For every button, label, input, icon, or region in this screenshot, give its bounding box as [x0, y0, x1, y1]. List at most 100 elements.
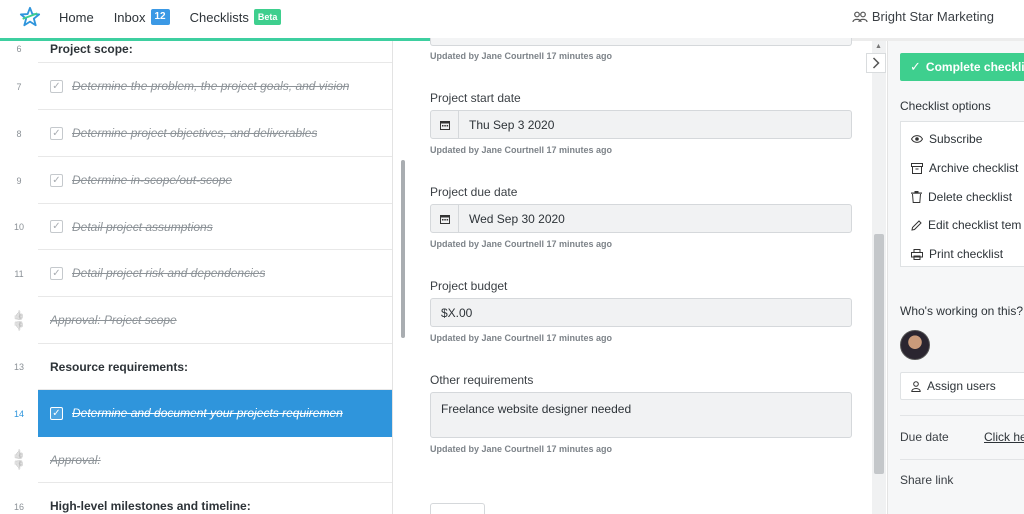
updated-note: Updated by Jane Courtnell 17 minutes ago	[430, 51, 613, 61]
task-detail-form: Updated by Jane Courtnell 17 minutes ago…	[430, 0, 852, 514]
task-row-body[interactable]: High-level milestones and timeline:	[38, 483, 392, 514]
page-scrollbar-thumb[interactable]	[874, 234, 884, 474]
task-number: 6	[16, 44, 22, 54]
print-checklist-label: Print checklist	[929, 247, 1004, 261]
task-row-body[interactable]: Project scope:	[38, 41, 392, 63]
task-label: Determine in-scope/out-scope	[72, 173, 233, 187]
assign-users-button[interactable]: Assign users	[900, 372, 1024, 400]
delete-checklist-option[interactable]: Delete checklist	[911, 190, 1012, 204]
task-row-body[interactable]: ✓ Determine in-scope/out-scope	[38, 157, 392, 204]
task-label: Determine and document your projects req…	[72, 406, 343, 420]
nav-checklists-label: Checklists	[189, 9, 249, 25]
task-checkbox[interactable]: ✓	[50, 220, 63, 233]
page-scrollbar[interactable]: ▲	[872, 41, 886, 514]
section-heading-label: High-level milestones and timeline:	[50, 499, 251, 513]
task-row[interactable]: 7 ✓ Determine the problem, the project goa…	[0, 63, 392, 110]
task-checkbox[interactable]: ✓	[50, 79, 63, 93]
due-date-field[interactable]: Wed Sep 30 2020	[430, 204, 852, 233]
nav-inbox[interactable]: Inbox 12	[114, 9, 170, 25]
task-checkbox[interactable]: ✓	[50, 266, 63, 280]
due-date-label: Due date	[900, 430, 949, 444]
user-avatar[interactable]	[900, 330, 930, 360]
edit-checklist-template-option[interactable]: Edit checklist tem	[911, 218, 1021, 232]
nav-home[interactable]: Home	[59, 10, 94, 25]
task-row[interactable]: 8 ✓ Determine project objectives, and deli…	[0, 110, 392, 157]
task-row-body[interactable]: ✓ Detail project risk and dependencies	[38, 250, 392, 297]
users-icon	[852, 11, 868, 22]
share-link[interactable]: Share link	[900, 473, 953, 487]
task-row[interactable]: 10 ✓ Detail project assumptions	[0, 204, 392, 250]
complete-checklist-button[interactable]: ✓ Complete checkli	[900, 53, 1024, 81]
approval-task-row[interactable]: 👍 👎 Approval: Project scope	[0, 297, 392, 344]
approval-thumbs-icon: 👍 👎	[13, 449, 25, 470]
working-on-title: Who's working on this?	[900, 304, 1024, 318]
archive-checklist-option[interactable]: Archive checklist	[911, 161, 1018, 175]
inbox-count-badge: 12	[150, 9, 170, 25]
user-icon	[911, 380, 921, 392]
task-row-body[interactable]: Resource requirements:	[38, 344, 392, 390]
checklist-options-menu: Subscribe Archive checklist Delete check…	[900, 121, 1024, 267]
sidebar-divider	[900, 459, 1024, 460]
task-section-heading[interactable]: 16 High-level milestones and timeline:	[0, 483, 392, 514]
archive-checklist-label: Archive checklist	[929, 161, 1019, 175]
task-row[interactable]: 14 ✓ Determine and document your projects …	[0, 390, 392, 437]
checklist-options-title: Checklist options	[900, 99, 991, 113]
task-label: Detail project assumptions	[72, 219, 213, 234]
start-date-field[interactable]: Thu Sep 3 2020	[430, 110, 852, 139]
task-row-body[interactable]: Approval:	[38, 437, 392, 483]
collapse-sidebar-button[interactable]	[866, 53, 886, 73]
task-checkbox[interactable]: ✓	[50, 126, 63, 140]
nav-checklists[interactable]: Checklists Beta	[190, 9, 282, 25]
task-row-body[interactable]: ✓ Detail project assumptions	[38, 204, 392, 250]
updated-note: Updated by Jane Courtnell 17 minutes ago	[430, 444, 613, 454]
chevron-right-icon	[872, 57, 880, 69]
approval-task-row[interactable]: 👍 👎 Approval:	[0, 437, 392, 483]
scroll-up-arrow-icon[interactable]: ▲	[875, 43, 882, 50]
task-list: 6 Project scope: 7 ✓ Determine the problem, …	[0, 41, 393, 514]
task-label: Approval: Project scope	[50, 313, 177, 327]
other-requirements-textarea[interactable]: Freelance website designer needed	[430, 392, 852, 438]
start-date-value: Thu Sep 3 2020	[469, 117, 555, 132]
task-label: Determine project objectives, and delive…	[72, 126, 318, 140]
archive-icon	[911, 162, 923, 174]
task-row-body[interactable]: ✓ Determine and document your projects re…	[38, 390, 392, 437]
updated-note: Updated by Jane Courtnell 17 minutes ago	[430, 239, 613, 249]
task-list-scrollbar[interactable]	[401, 160, 405, 338]
eye-icon	[911, 135, 923, 143]
checklist-sidebar: ✓ Complete checkli Checklist options Sub…	[887, 41, 1024, 514]
task-number: 9	[16, 175, 22, 186]
sidebar-divider	[900, 415, 1024, 416]
task-row-body[interactable]: ✓ Determine project objectives, and deliv…	[38, 110, 392, 157]
edit-checklist-template-label: Edit checklist tem	[928, 218, 1022, 232]
star-logo-icon[interactable]	[18, 5, 42, 29]
task-row-body[interactable]: Approval: Project scope	[38, 297, 392, 344]
task-section-heading[interactable]: 13 Resource requirements:	[0, 344, 392, 390]
beta-badge: Beta	[253, 9, 282, 25]
other-requirements-label: Other requirements	[430, 373, 534, 387]
task-row-body[interactable]: ✓ Determine the problem, the project goal…	[38, 63, 392, 110]
delete-checklist-label: Delete checklist	[928, 190, 1013, 204]
due-date-link[interactable]: Click he	[984, 430, 1024, 444]
calendar-icon	[431, 111, 459, 138]
subscribe-option[interactable]: Subscribe	[911, 132, 982, 146]
print-checklist-option[interactable]: Print checklist	[911, 247, 1003, 261]
task-checkbox[interactable]: ✓	[50, 173, 63, 187]
task-checkbox[interactable]: ✓	[50, 406, 63, 420]
task-label: Detail project risk and dependencies	[72, 266, 266, 280]
organization-switcher[interactable]: Bright Star Marketing	[852, 9, 994, 24]
task-row[interactable]: 9 ✓ Determine in-scope/out-scope	[0, 157, 392, 204]
task-number: 11	[14, 268, 24, 279]
section-heading-label: Resource requirements:	[50, 359, 189, 374]
subscribe-label: Subscribe	[929, 132, 983, 146]
task-section-heading[interactable]: 6 Project scope:	[0, 41, 392, 63]
task-row[interactable]: 11 ✓ Detail project risk and dependencies	[0, 250, 392, 297]
nav-inbox-label: Inbox	[113, 9, 146, 25]
updated-note: Updated by Jane Courtnell 17 minutes ago	[430, 333, 613, 343]
previous-field-box	[430, 38, 852, 46]
task-label: Determine the problem, the project goals…	[72, 79, 350, 93]
budget-input[interactable]: $X.00	[430, 298, 852, 327]
bottom-action-button[interactable]	[430, 503, 485, 514]
task-number: 13	[13, 362, 24, 372]
nav-home-label: Home	[59, 9, 94, 25]
start-date-label: Project start date	[430, 91, 521, 105]
